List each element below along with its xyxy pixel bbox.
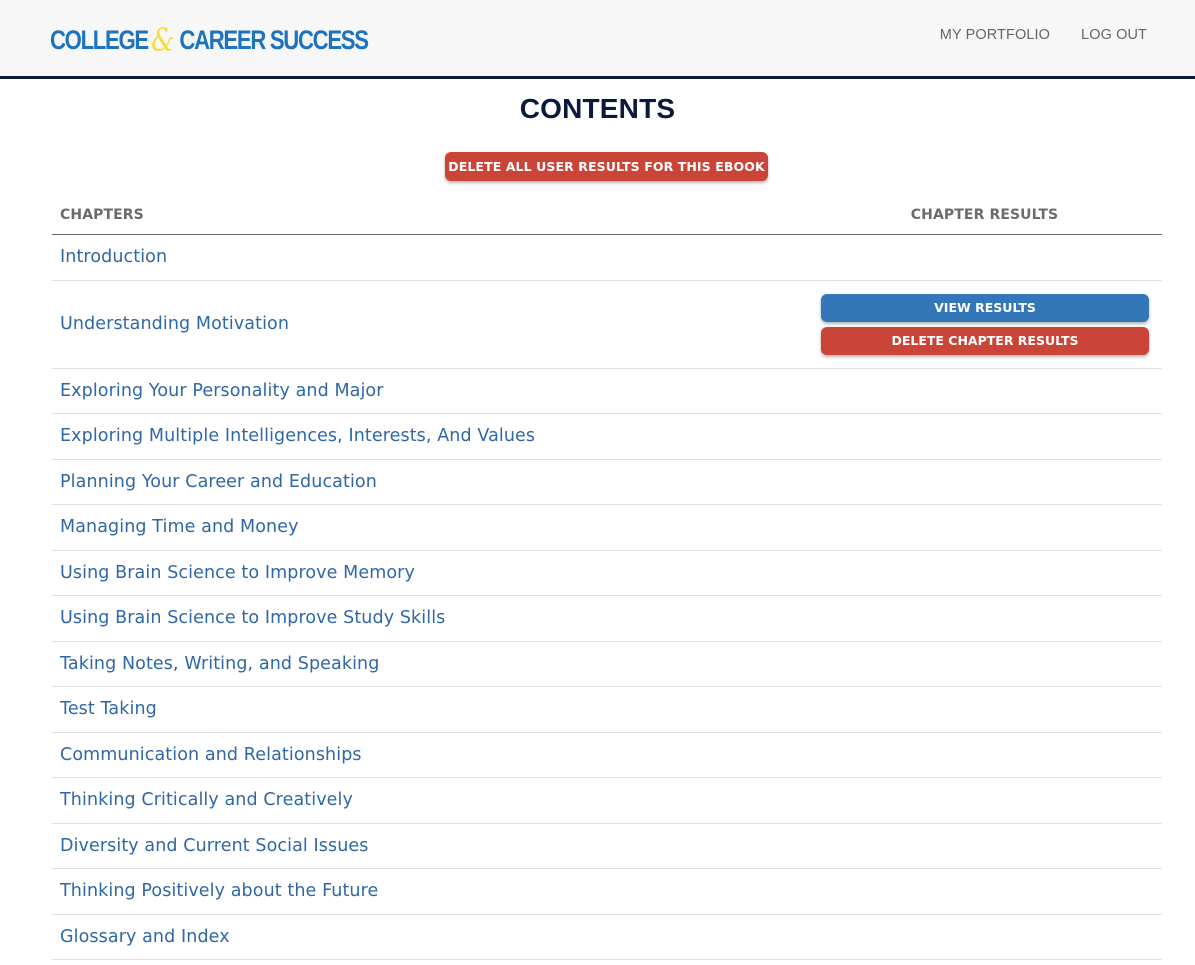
chapter-link[interactable]: Thinking Positively about the Future <box>60 881 378 901</box>
table-row: Thinking Positively about the Future <box>52 869 1162 915</box>
table-row: Managing Time and Money <box>52 505 1162 551</box>
logo-text-college: COLLEGE <box>50 24 149 55</box>
table-row: Taking Notes, Writing, and Speaking <box>52 642 1162 687</box>
chapter-link[interactable]: Using Brain Science to Improve Study Ski… <box>60 608 445 628</box>
table-row: Planning Your Career and Education <box>52 460 1162 505</box>
table-row: Glossary and Index <box>52 915 1162 960</box>
chapter-link[interactable]: Diversity and Current Social Issues <box>60 836 369 856</box>
table-row: Communication and Relationships <box>52 733 1162 778</box>
page-title: CONTENTS <box>519 93 676 124</box>
chapter-link[interactable]: Understanding Motivation <box>60 314 289 334</box>
chapter-link[interactable]: Exploring Your Personality and Major <box>60 381 384 401</box>
table-row: Exploring Multiple Intelligences, Intere… <box>52 414 1162 460</box>
view-results-button[interactable]: VIEW RESULTS <box>821 293 1149 322</box>
table-row: Using Brain Science to Improve Memory <box>52 551 1162 596</box>
chapter-results-column-header: CHAPTER RESULTS <box>910 207 1059 223</box>
chapters-table: CHAPTERS CHAPTER RESULTS Introduction Un… <box>52 196 1162 960</box>
chapter-link[interactable]: Taking Notes, Writing, and Speaking <box>60 654 379 674</box>
delete-chapter-results-button[interactable]: DELETE CHAPTER RESULTS <box>821 326 1149 355</box>
table-row: Thinking Critically and Creatively <box>52 778 1162 824</box>
logo-text-career-success: CAREER SUCCESS <box>179 24 369 55</box>
chapter-link[interactable]: Managing Time and Money <box>60 517 299 537</box>
chapter-link[interactable]: Using Brain Science to Improve Memory <box>60 563 415 583</box>
table-row: Understanding Motivation VIEW RESULTS DE… <box>52 281 1162 369</box>
table-row: Test Taking <box>52 687 1162 733</box>
chapter-results-actions: VIEW RESULTS DELETE CHAPTER RESULTS <box>821 293 1149 355</box>
table-row: Using Brain Science to Improve Study Ski… <box>52 596 1162 642</box>
delete-all-results-button[interactable]: DELETE ALL USER RESULTS FOR THIS EBOOK <box>445 152 768 181</box>
chapter-link[interactable]: Test Taking <box>60 699 157 719</box>
chapters-column-header: CHAPTERS <box>60 207 144 223</box>
main-nav: MY PORTFOLIO LOG OUT <box>940 27 1147 43</box>
chapter-link[interactable]: Glossary and Index <box>60 927 230 947</box>
nav-log-out[interactable]: LOG OUT <box>1081 27 1147 43</box>
table-header: CHAPTERS CHAPTER RESULTS <box>52 196 1162 235</box>
site-logo[interactable]: COLLEGE & CAREER SUCCESS <box>50 21 369 59</box>
table-row: Diversity and Current Social Issues <box>52 824 1162 869</box>
chapter-link[interactable]: Introduction <box>60 247 167 267</box>
table-row: Exploring Your Personality and Major <box>52 369 1162 414</box>
chapter-link[interactable]: Planning Your Career and Education <box>60 472 377 492</box>
logo-ampersand: & <box>151 21 175 59</box>
chapter-link[interactable]: Communication and Relationships <box>60 745 362 765</box>
nav-my-portfolio[interactable]: MY PORTFOLIO <box>940 27 1050 43</box>
chapter-link[interactable]: Exploring Multiple Intelligences, Intere… <box>60 426 535 446</box>
chapter-link[interactable]: Thinking Critically and Creatively <box>60 790 353 810</box>
top-navbar: COLLEGE & CAREER SUCCESS MY PORTFOLIO LO… <box>0 0 1195 79</box>
table-row: Introduction <box>52 235 1162 281</box>
